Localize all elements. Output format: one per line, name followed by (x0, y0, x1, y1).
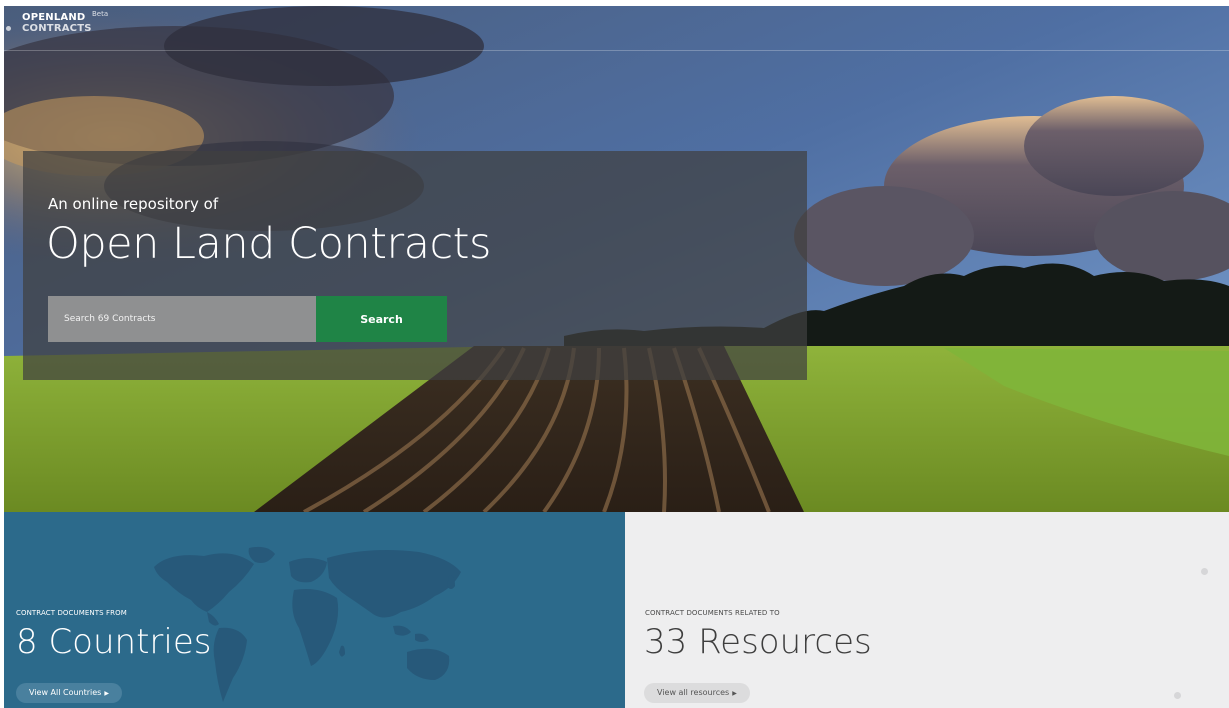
brand-subname: CONTRACTS (22, 23, 92, 34)
resources-eyebrow: CONTRACT DOCUMENTS RELATED TO (645, 609, 780, 617)
page: OPENLAND Beta CONTRACTS An online reposi… (0, 0, 1229, 708)
view-all-countries-button[interactable]: View All Countries ▶ (16, 683, 122, 703)
hero-title: Open Land Contracts (46, 219, 491, 269)
countries-card: CONTRACT DOCUMENTS FROM 8 Countries View… (4, 512, 625, 708)
resources-count: 33 Resources (644, 622, 872, 662)
arrow-right-icon: ▶ (104, 690, 109, 697)
beta-badge: Beta (92, 10, 109, 18)
view-all-resources-button[interactable]: View all resources ▶ (644, 683, 750, 703)
search-button[interactable]: Search (316, 296, 447, 342)
menu-dot-icon[interactable] (6, 26, 11, 31)
countries-count: 8 Countries (16, 622, 212, 662)
search-input[interactable] (48, 296, 316, 342)
resources-card: CONTRACT DOCUMENTS RELATED TO 33 Resourc… (625, 512, 1229, 708)
hero-section: OPENLAND Beta CONTRACTS An online reposi… (4, 6, 1229, 512)
decorative-dot (1174, 692, 1181, 699)
hero-panel: An online repository of Open Land Contra… (23, 151, 807, 380)
view-all-countries-label: View All Countries (29, 688, 102, 697)
view-all-resources-label: View all resources (657, 688, 730, 697)
nav-divider (4, 50, 1229, 51)
decorative-dot (1201, 568, 1208, 575)
arrow-right-icon: ▶ (732, 690, 737, 697)
brand-name: OPENLAND (22, 12, 86, 23)
hero-subtitle: An online repository of (48, 195, 219, 213)
countries-eyebrow: CONTRACT DOCUMENTS FROM (16, 609, 127, 617)
